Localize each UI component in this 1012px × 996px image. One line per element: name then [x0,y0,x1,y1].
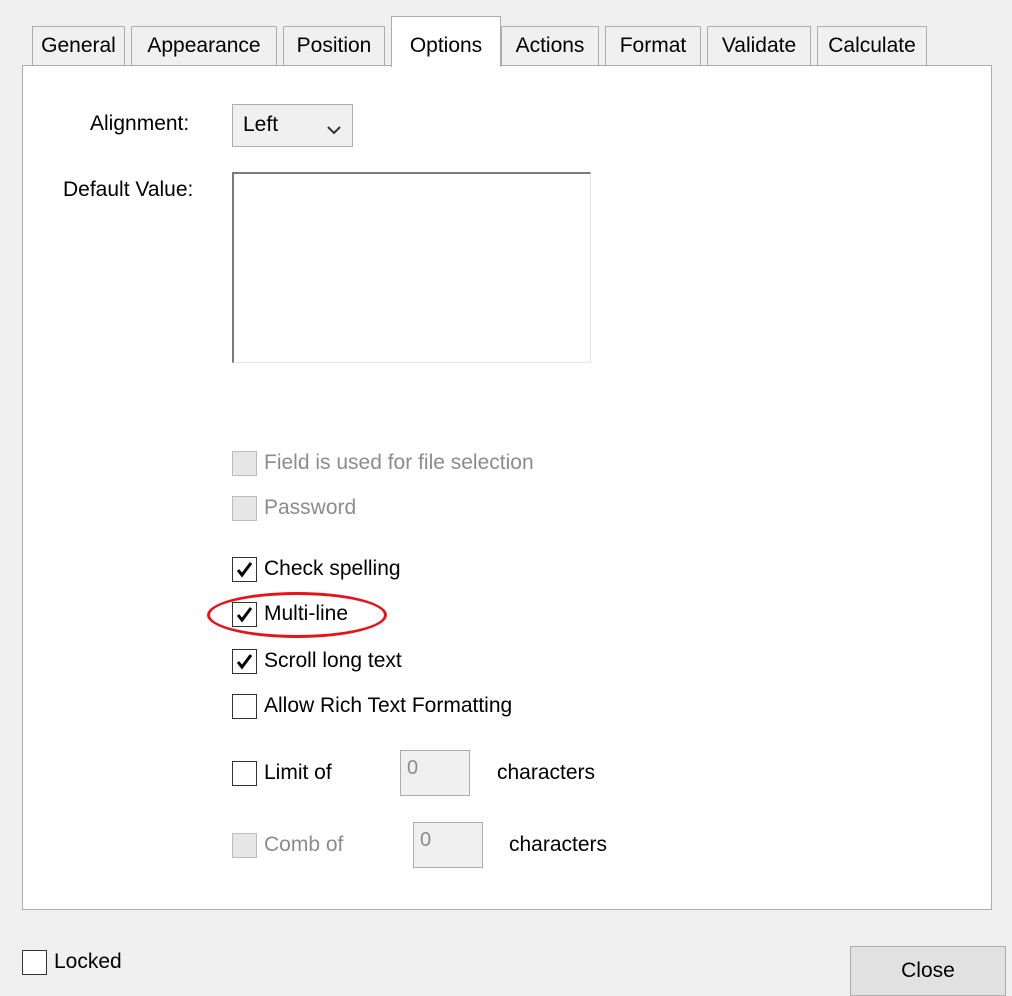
checkmark-icon [236,607,253,623]
file-selection-checkbox[interactable] [232,451,257,476]
tab-position[interactable]: Position [283,26,385,66]
password-label: Password [264,496,357,519]
default-value-label: Default Value: [63,178,194,201]
tab-options[interactable]: Options [391,16,501,67]
check-spelling-label: Check spelling [264,557,401,580]
limit-checkbox[interactable] [232,761,257,786]
limit-input[interactable]: 0 [400,750,470,796]
limit-characters-label: characters [497,761,596,784]
comb-characters-label: characters [509,833,608,856]
tab-format[interactable]: Format [605,26,701,66]
file-selection-label: Field is used for file selection [264,451,534,474]
scroll-long-text-label: Scroll long text [264,649,402,672]
chevron-down-icon [327,122,341,140]
multi-line-label: Multi-line [264,602,349,625]
check-spelling-checkbox[interactable] [232,557,257,582]
comb-input[interactable]: 0 [413,822,483,868]
default-value-textarea[interactable] [232,172,591,363]
locked-checkbox[interactable] [22,950,47,975]
scroll-long-text-checkbox[interactable] [232,649,257,674]
tab-actions[interactable]: Actions [501,26,599,66]
tab-appearance[interactable]: Appearance [131,26,277,66]
rich-text-checkbox[interactable] [232,694,257,719]
alignment-label: Alignment: [90,112,190,135]
checkmark-icon [236,654,253,670]
multi-line-checkbox[interactable] [232,602,257,627]
comb-checkbox[interactable] [232,833,257,858]
tab-calculate[interactable]: Calculate [817,26,927,66]
alignment-select[interactable]: Left [232,104,353,147]
checkmark-icon [236,562,253,578]
comb-label: Comb of [264,833,344,856]
limit-label: Limit of [264,761,332,784]
rich-text-label: Allow Rich Text Formatting [264,694,513,717]
tab-general[interactable]: General [32,26,125,66]
locked-label: Locked [54,950,122,973]
tab-validate[interactable]: Validate [707,26,811,66]
password-checkbox[interactable] [232,496,257,521]
alignment-value: Left [243,113,279,136]
close-button[interactable]: Close [850,946,1006,996]
